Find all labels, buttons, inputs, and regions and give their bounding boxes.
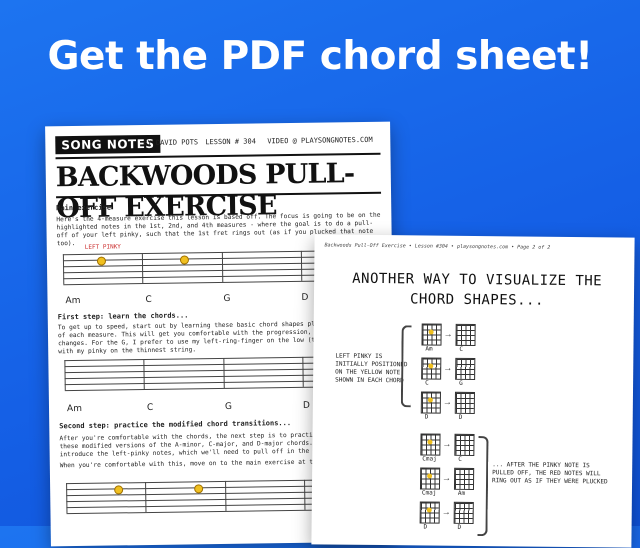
arrow-icon: →: [441, 506, 451, 517]
byline: BY DAVID POTS: [143, 138, 199, 148]
brace: [400, 325, 412, 408]
page-2-header: Backwoods Pull-Off Exercise • Lesson #30…: [324, 242, 551, 251]
chord-label: Cmaj: [421, 489, 437, 497]
chord-diagram: [454, 391, 475, 415]
left-pinky-label: LEFT PINKY: [84, 243, 121, 251]
chord-label: G: [459, 379, 463, 387]
chord-diagram: [455, 323, 476, 347]
chord-label: C: [459, 345, 464, 353]
arrow-icon: →: [442, 472, 452, 483]
headline: Get the PDF chord sheet!: [47, 34, 593, 79]
pinky-note-marker: [114, 485, 124, 495]
chord-name: G: [223, 293, 231, 304]
chord-label: D: [458, 413, 463, 421]
sheet-header: SONG NOTES BY DAVID POTS LESSON # 304 VI…: [55, 132, 380, 155]
chord-name: Am: [66, 403, 83, 415]
chord-diagram: [421, 357, 442, 380]
chord-diagram: [419, 467, 441, 490]
chord-diagram: [421, 323, 442, 346]
chord-diagram: [420, 433, 441, 456]
chord-diagram: [454, 433, 475, 457]
chord-label: C: [458, 455, 462, 463]
brace: [477, 436, 489, 537]
arrow-icon: →: [442, 438, 452, 449]
section-heading-first: First step: learn the chords...: [57, 311, 189, 322]
page-2-title: ANOTHER WAY TO VISUALIZE THE CHORD SHAPE…: [352, 270, 603, 309]
chord-diagram: [455, 357, 476, 381]
chord-label: Am: [425, 345, 433, 353]
chord-label: Am: [457, 489, 466, 497]
chord-label: C: [425, 379, 429, 387]
section-heading-main: Main exercise: [56, 203, 112, 213]
chord-sheet-page-2: Backwoods Pull-Off Exercise • Lesson #30…: [311, 234, 635, 548]
chord-label: D: [457, 523, 462, 531]
section-heading-second: Second step: practice the modified chord…: [59, 419, 292, 431]
chord-name: C: [145, 294, 152, 306]
chord-diagram: [453, 501, 474, 525]
chord-label: D: [423, 523, 428, 531]
chord-name: Am: [65, 295, 81, 307]
chord-diagram: [420, 391, 441, 414]
chord-label: D: [424, 413, 429, 421]
chord-name: D: [302, 400, 311, 411]
chord-diagram: [453, 467, 475, 491]
arrow-icon: →: [442, 396, 452, 407]
lesson-number: LESSON # 304: [205, 137, 256, 147]
arrow-icon: →: [443, 362, 453, 373]
chord-name: G: [224, 401, 233, 412]
pinky-note-marker: [96, 256, 107, 266]
chord-diagram: [419, 501, 440, 524]
chord-name: D: [301, 292, 309, 303]
pull-off-note: ... AFTER THE PINKY NOTE IS PULLED OFF, …: [492, 461, 608, 486]
pinky-note-marker: [179, 255, 190, 265]
pinky-note-marker: [194, 484, 204, 494]
chord-label: Cmaj: [422, 455, 437, 463]
arrow-icon: →: [443, 328, 453, 339]
chord-name: C: [146, 402, 154, 414]
video-link: VIDEO @ PLAYSONGNOTES.COM: [267, 135, 373, 146]
